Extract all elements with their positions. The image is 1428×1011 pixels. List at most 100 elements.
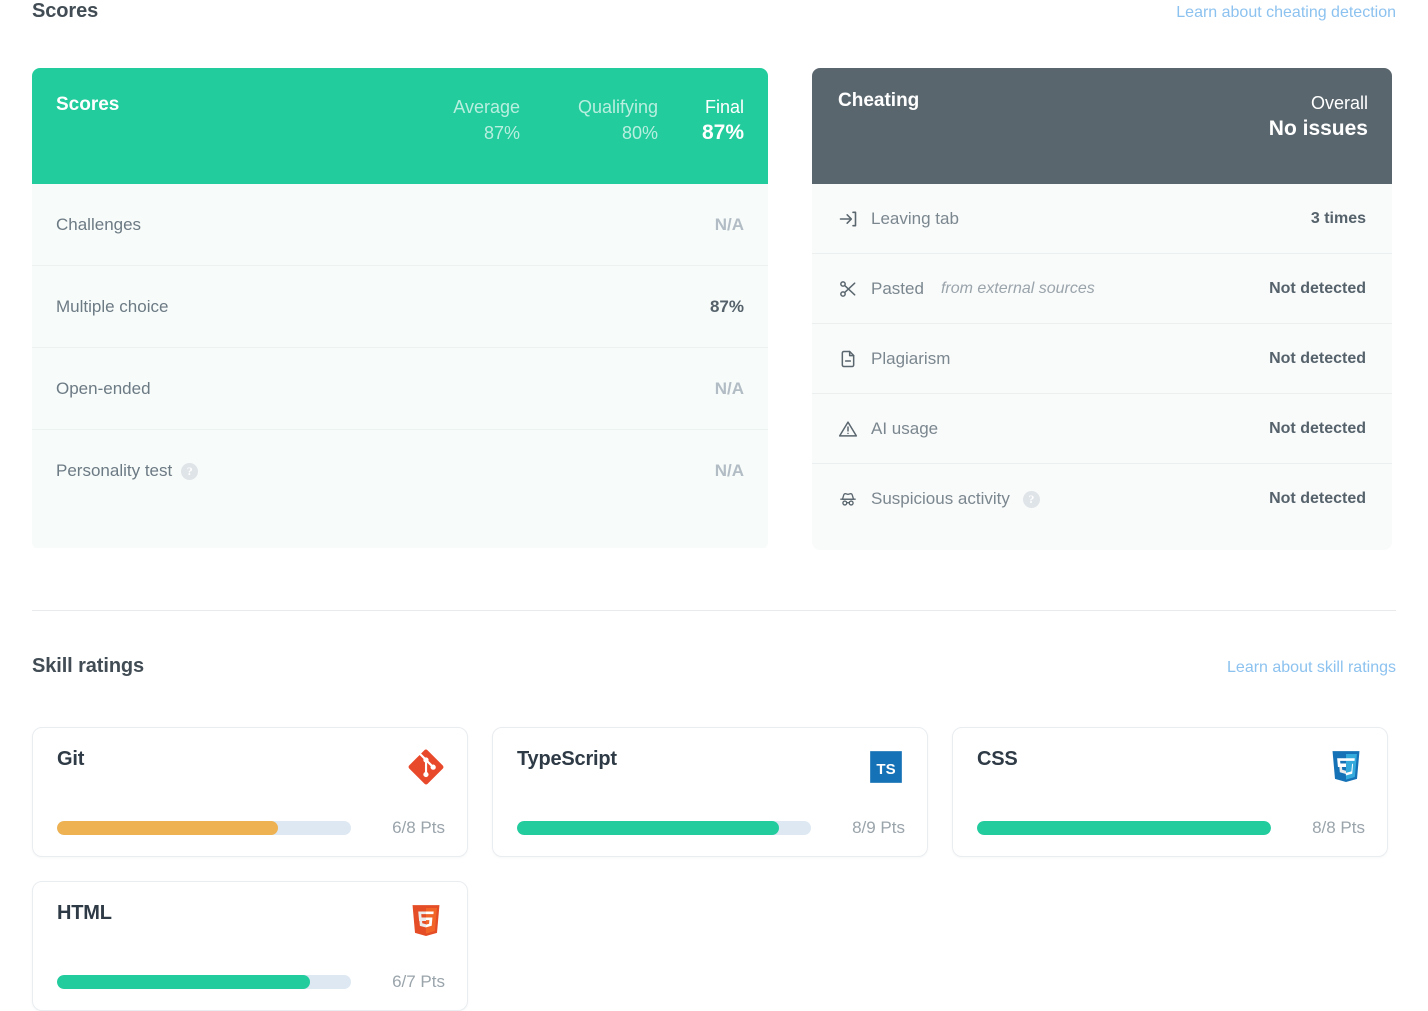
average-value: 87% xyxy=(483,123,520,143)
scores-title: Scores xyxy=(32,0,99,22)
skill-card-top: HTML xyxy=(57,902,445,940)
cheating-overall: Overall No issues xyxy=(1269,90,1368,142)
skill-card-typescript[interactable]: TypeScript TS 8/9 Pts xyxy=(492,727,928,857)
table-row: Multiple choice 87% xyxy=(32,266,768,348)
warning-triangle-icon xyxy=(838,420,858,437)
cheat-row-value: 3 times xyxy=(1310,209,1366,227)
html5-logo-icon xyxy=(412,905,440,937)
help-icon[interactable]: ? xyxy=(181,462,199,480)
skill-card-css[interactable]: CSS 8/8 Pts xyxy=(952,727,1388,857)
skill-points: 8/8 Pts xyxy=(1312,818,1365,837)
scores-section-header: Scores Learn about cheating detection xyxy=(32,0,1396,38)
average-label: Average xyxy=(453,97,520,117)
skill-progress-track xyxy=(57,975,351,989)
table-row: Challenges N/A xyxy=(32,184,768,266)
score-row-label: Personality test xyxy=(56,461,173,480)
score-row-label-wrap: Personality test ? xyxy=(56,461,199,481)
score-row-label: Challenges xyxy=(56,214,142,234)
table-row: Plagiarism Not detected xyxy=(812,324,1392,394)
document-minus-icon xyxy=(841,350,855,367)
learn-about-cheating-detection-link[interactable]: Learn about cheating detection xyxy=(1176,4,1396,22)
skill-progress-fill xyxy=(57,821,278,835)
cheat-row-label: AI usage xyxy=(871,418,939,438)
scores-and-cheating-panels: Scores Average 87% Qualifying 80% Final … xyxy=(32,68,1396,550)
skill-progress-track xyxy=(57,821,351,835)
cheat-row-label-wrap: Suspicious activity ? xyxy=(838,489,1040,509)
help-icon[interactable]: ? xyxy=(1022,490,1040,508)
cheat-row-note: from external sources xyxy=(940,279,1095,297)
score-row-value: 87% xyxy=(709,296,744,316)
learn-about-skill-ratings-link[interactable]: Learn about skill ratings xyxy=(1227,659,1396,677)
score-row-label: Open-ended xyxy=(56,378,151,398)
cheat-row-label-wrap: Leaving tab xyxy=(838,209,959,229)
cheat-row-value: Not detected xyxy=(1269,490,1366,507)
score-row-label-wrap: Challenges xyxy=(56,215,141,235)
cheat-row-label: Pasted xyxy=(871,278,924,298)
score-row-value: N/A xyxy=(714,214,744,234)
skill-name: HTML xyxy=(57,902,112,924)
cheating-panel-header: Cheating Overall No issues xyxy=(812,68,1392,184)
skill-progress-track xyxy=(977,821,1271,835)
skill-points: 6/7 Pts xyxy=(392,972,445,991)
assessment-results-page: Scores Learn about cheating detection Sc… xyxy=(0,0,1428,1011)
skill-card-bottom: 8/9 Pts xyxy=(517,818,905,838)
cheating-panel: Cheating Overall No issues Leaving tab 3… xyxy=(812,68,1392,550)
table-row: Pasted from external sources Not detecte… xyxy=(812,254,1392,324)
skill-card-bottom: 8/8 Pts xyxy=(977,818,1365,838)
skill-card-top: CSS xyxy=(977,748,1365,786)
skill-progress-fill xyxy=(57,975,310,989)
skill-ratings-section-header: Skill ratings Learn about skill ratings xyxy=(32,655,1396,693)
cheat-row-label: Suspicious activity xyxy=(871,489,1010,508)
overall-label: Overall xyxy=(1310,93,1368,113)
scores-panel-header: Scores Average 87% Qualifying 80% Final … xyxy=(32,68,768,184)
git-logo-icon xyxy=(408,749,444,785)
cheating-header-label: Cheating xyxy=(838,90,920,111)
svg-text:TS: TS xyxy=(876,761,895,778)
cheat-row-label-wrap: Plagiarism xyxy=(838,349,950,369)
scores-column-qualifying: Qualifying 80% xyxy=(520,94,658,146)
cheat-row-label-wrap: AI usage xyxy=(838,419,938,439)
typescript-logo-icon: TS xyxy=(870,751,902,783)
skill-cards-grid: Git 6/8 Pts TypeScript TS 8/9 Pts CSS 8/… xyxy=(32,727,1396,1011)
scores-header-label: Scores xyxy=(56,94,120,115)
skill-name: Git xyxy=(57,748,85,770)
scores-rows: Challenges N/A Multiple choice 87% Open-… xyxy=(32,184,768,548)
cheat-row-value: Not detected xyxy=(1269,349,1366,367)
cheat-row-label: Leaving tab xyxy=(871,208,959,228)
score-row-label-wrap: Open-ended xyxy=(56,379,151,399)
table-row: Leaving tab 3 times xyxy=(812,184,1392,254)
skill-points: 6/8 Pts xyxy=(392,818,445,837)
leave-tab-icon xyxy=(839,211,857,226)
table-row: Personality test ? N/A xyxy=(32,430,768,512)
scores-column-final: Final 87% xyxy=(658,94,744,146)
overall-value: No issues xyxy=(1268,117,1368,140)
scores-column-average: Average 87% xyxy=(394,94,520,146)
table-row: Suspicious activity ? Not detected xyxy=(812,464,1392,534)
final-label: Final xyxy=(704,97,744,117)
skill-ratings-title: Skill ratings xyxy=(32,655,145,677)
final-value: 87% xyxy=(701,121,744,144)
skill-points: 8/9 Pts xyxy=(852,818,905,837)
score-row-value: N/A xyxy=(714,378,744,398)
skill-card-bottom: 6/8 Pts xyxy=(57,818,445,838)
skill-card-bottom: 6/7 Pts xyxy=(57,972,445,992)
skill-progress-track xyxy=(517,821,811,835)
qualifying-label: Qualifying xyxy=(577,97,658,117)
incognito-hat-icon xyxy=(840,493,856,506)
table-row: AI usage Not detected xyxy=(812,394,1392,464)
skill-name: CSS xyxy=(977,748,1018,770)
skill-card-html[interactable]: HTML 6/7 Pts xyxy=(32,881,468,1011)
cheating-rows: Leaving tab 3 times Pasted from external… xyxy=(812,184,1392,550)
qualifying-value: 80% xyxy=(621,123,658,143)
skill-name: TypeScript xyxy=(517,748,617,770)
skill-progress-fill xyxy=(977,821,1271,835)
scores-panel: Scores Average 87% Qualifying 80% Final … xyxy=(32,68,768,550)
scissors-icon xyxy=(840,280,856,297)
skill-card-top: Git xyxy=(57,748,445,786)
skill-card-git[interactable]: Git 6/8 Pts xyxy=(32,727,468,857)
cheat-row-label: Plagiarism xyxy=(871,348,951,368)
score-row-value: N/A xyxy=(714,461,744,480)
skill-progress-fill xyxy=(517,821,779,835)
section-divider xyxy=(32,610,1396,611)
css3-logo-icon xyxy=(1332,751,1360,783)
